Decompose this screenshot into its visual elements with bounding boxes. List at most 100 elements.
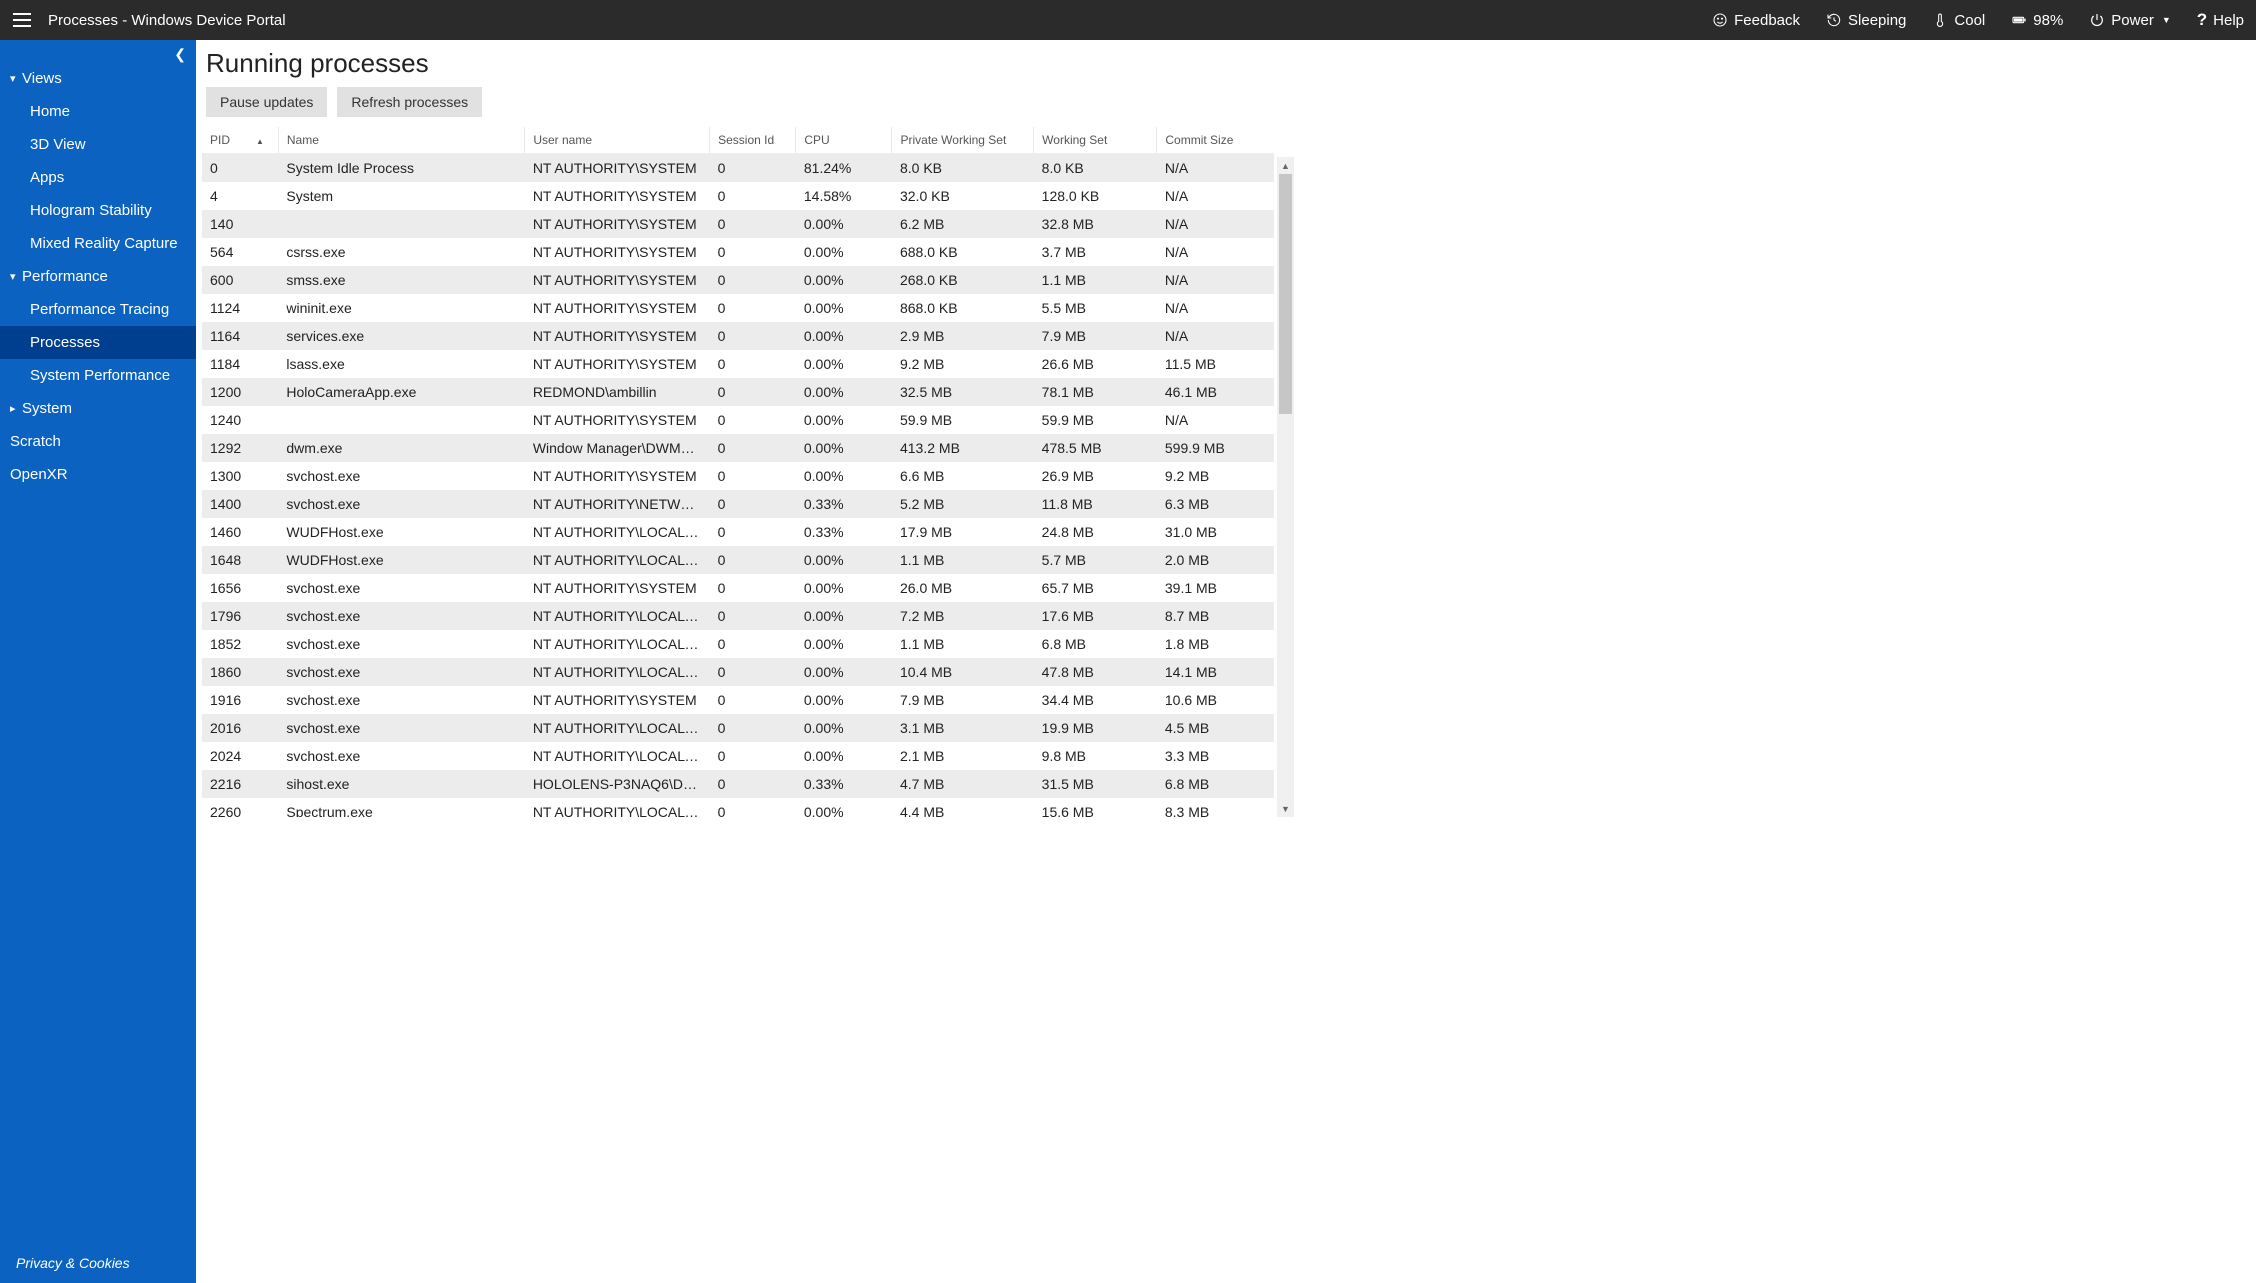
table-row[interactable]: 140NT AUTHORITY\SYSTEM00.00%6.2 MB32.8 M… bbox=[202, 210, 1274, 238]
column-header-name[interactable]: Name bbox=[278, 127, 524, 154]
cell-commit: 31.0 MB bbox=[1157, 518, 1274, 546]
table-row[interactable]: 1124wininit.exeNT AUTHORITY\SYSTEM00.00%… bbox=[202, 294, 1274, 322]
table-row[interactable]: 0System Idle ProcessNT AUTHORITY\SYSTEM0… bbox=[202, 154, 1274, 183]
cell-commit: N/A bbox=[1157, 210, 1274, 238]
privacy-cookies-link[interactable]: Privacy & Cookies bbox=[0, 1247, 196, 1283]
table-row[interactable]: 1648WUDFHost.exeNT AUTHORITY\LOCAL …00.0… bbox=[202, 546, 1274, 574]
table-row[interactable]: 1300svchost.exeNT AUTHORITY\SYSTEM00.00%… bbox=[202, 462, 1274, 490]
table-row[interactable]: 4SystemNT AUTHORITY\SYSTEM014.58%32.0 KB… bbox=[202, 182, 1274, 210]
sleeping-status[interactable]: Sleeping bbox=[1826, 12, 1906, 29]
table-row[interactable]: 600smss.exeNT AUTHORITY\SYSTEM00.00%268.… bbox=[202, 266, 1274, 294]
sidebar-item-hologram-stability[interactable]: Hologram Stability bbox=[0, 194, 196, 227]
table-row[interactable]: 1656svchost.exeNT AUTHORITY\SYSTEM00.00%… bbox=[202, 574, 1274, 602]
temperature-status[interactable]: Cool bbox=[1932, 12, 1985, 29]
refresh-processes-button[interactable]: Refresh processes bbox=[337, 87, 482, 117]
cell-sess: 0 bbox=[710, 182, 796, 210]
table-row[interactable]: 2216sihost.exeHOLOLENS-P3NAQ6\De…00.33%4… bbox=[202, 770, 1274, 798]
column-header-user-name[interactable]: User name bbox=[525, 127, 710, 154]
table-row[interactable]: 2024svchost.exeNT AUTHORITY\LOCAL …00.00… bbox=[202, 742, 1274, 770]
table-row[interactable]: 1460WUDFHost.exeNT AUTHORITY\LOCAL …00.3… bbox=[202, 518, 1274, 546]
cell-user: NT AUTHORITY\LOCAL … bbox=[525, 658, 710, 686]
sidebar-item-apps[interactable]: Apps bbox=[0, 161, 196, 194]
cell-user: NT AUTHORITY\SYSTEM bbox=[525, 686, 710, 714]
table-row[interactable]: 2016svchost.exeNT AUTHORITY\LOCAL …00.00… bbox=[202, 714, 1274, 742]
cell-cpu: 0.00% bbox=[796, 686, 892, 714]
sidebar-section-system[interactable]: ▸System bbox=[0, 392, 196, 425]
cell-commit: N/A bbox=[1157, 294, 1274, 322]
table-row[interactable]: 1852svchost.exeNT AUTHORITY\LOCAL …00.00… bbox=[202, 630, 1274, 658]
column-header-working-set[interactable]: Working Set bbox=[1034, 127, 1157, 154]
cell-cpu: 0.33% bbox=[796, 490, 892, 518]
cell-sess: 0 bbox=[710, 770, 796, 798]
column-header-commit-size[interactable]: Commit Size bbox=[1157, 127, 1274, 154]
cell-pid: 1240 bbox=[202, 406, 278, 434]
cell-commit: N/A bbox=[1157, 238, 1274, 266]
hamburger-icon[interactable] bbox=[12, 10, 32, 30]
cell-cpu: 14.58% bbox=[796, 182, 892, 210]
cell-pid: 1184 bbox=[202, 350, 278, 378]
sidebar-item-openxr[interactable]: OpenXR bbox=[0, 458, 196, 491]
table-row[interactable]: 1916svchost.exeNT AUTHORITY\SYSTEM00.00%… bbox=[202, 686, 1274, 714]
cell-pws: 413.2 MB bbox=[892, 434, 1034, 462]
scroll-up-icon[interactable]: ▲ bbox=[1277, 157, 1294, 174]
cell-sess: 0 bbox=[710, 518, 796, 546]
table-row[interactable]: 564csrss.exeNT AUTHORITY\SYSTEM00.00%688… bbox=[202, 238, 1274, 266]
feedback-button[interactable]: Feedback bbox=[1712, 12, 1800, 29]
cell-pws: 4.4 MB bbox=[892, 798, 1034, 817]
cell-pws: 6.2 MB bbox=[892, 210, 1034, 238]
sidebar-section-label: Performance bbox=[22, 268, 108, 285]
sidebar-section-views[interactable]: ▾Views bbox=[0, 62, 196, 95]
table-row[interactable]: 1164services.exeNT AUTHORITY\SYSTEM00.00… bbox=[202, 322, 1274, 350]
table-row[interactable]: 1240NT AUTHORITY\SYSTEM00.00%59.9 MB59.9… bbox=[202, 406, 1274, 434]
table-row[interactable]: 1796svchost.exeNT AUTHORITY\LOCAL …00.00… bbox=[202, 602, 1274, 630]
sidebar-item-performance-tracing[interactable]: Performance Tracing bbox=[0, 293, 196, 326]
scroll-track[interactable] bbox=[1277, 174, 1294, 800]
scroll-down-icon[interactable]: ▼ bbox=[1277, 800, 1294, 817]
question-icon: ? bbox=[2197, 10, 2207, 30]
cell-pid: 2260 bbox=[202, 798, 278, 817]
cell-user: NT AUTHORITY\SYSTEM bbox=[525, 294, 710, 322]
cell-pid: 600 bbox=[202, 266, 278, 294]
table-row[interactable]: 2260Spectrum.exeNT AUTHORITY\LOCAL …00.0… bbox=[202, 798, 1274, 817]
table-row[interactable]: 1292dwm.exeWindow Manager\DWM…00.00%413.… bbox=[202, 434, 1274, 462]
cell-commit: 6.3 MB bbox=[1157, 490, 1274, 518]
collapse-sidebar-icon[interactable]: ❮ bbox=[170, 42, 190, 67]
table-row[interactable]: 1184lsass.exeNT AUTHORITY\SYSTEM00.00%9.… bbox=[202, 350, 1274, 378]
scroll-thumb[interactable] bbox=[1279, 174, 1292, 414]
cell-ws: 128.0 KB bbox=[1034, 182, 1157, 210]
table-row[interactable]: 1860svchost.exeNT AUTHORITY\LOCAL …00.00… bbox=[202, 658, 1274, 686]
cell-pws: 9.2 MB bbox=[892, 350, 1034, 378]
cell-commit: 9.2 MB bbox=[1157, 462, 1274, 490]
column-header-cpu[interactable]: CPU bbox=[796, 127, 892, 154]
table-row[interactable]: 1200HoloCameraApp.exeREDMOND\ambillin00.… bbox=[202, 378, 1274, 406]
sidebar-item-scratch[interactable]: Scratch bbox=[0, 425, 196, 458]
column-header-session-id[interactable]: Session Id bbox=[710, 127, 796, 154]
cell-ws: 6.8 MB bbox=[1034, 630, 1157, 658]
sidebar-item-processes[interactable]: Processes bbox=[0, 326, 196, 359]
sidebar-item-home[interactable]: Home bbox=[0, 95, 196, 128]
column-header-pid[interactable]: PID▲ bbox=[202, 127, 278, 154]
battery-status[interactable]: 98% bbox=[2011, 12, 2063, 29]
cell-pws: 6.6 MB bbox=[892, 462, 1034, 490]
cell-sess: 0 bbox=[710, 266, 796, 294]
sidebar-item-mixed-reality-capture[interactable]: Mixed Reality Capture bbox=[0, 227, 196, 260]
cell-name: svchost.exe bbox=[278, 742, 524, 770]
cell-pid: 1200 bbox=[202, 378, 278, 406]
cell-cpu: 0.00% bbox=[796, 350, 892, 378]
chevron-down-icon: ▼ bbox=[2162, 15, 2171, 25]
cell-sess: 0 bbox=[710, 686, 796, 714]
power-menu[interactable]: Power ▼ bbox=[2089, 12, 2170, 29]
vertical-scrollbar[interactable]: ▲ ▼ bbox=[1277, 157, 1294, 817]
cell-pws: 3.1 MB bbox=[892, 714, 1034, 742]
table-row[interactable]: 1400svchost.exeNT AUTHORITY\NETWO…00.33%… bbox=[202, 490, 1274, 518]
cell-cpu: 0.33% bbox=[796, 518, 892, 546]
column-header-private-working-set[interactable]: Private Working Set bbox=[892, 127, 1034, 154]
cell-commit: 3.3 MB bbox=[1157, 742, 1274, 770]
pause-updates-button[interactable]: Pause updates bbox=[206, 87, 327, 117]
cell-user: NT AUTHORITY\SYSTEM bbox=[525, 182, 710, 210]
cell-pws: 17.9 MB bbox=[892, 518, 1034, 546]
sidebar-item-3d-view[interactable]: 3D View bbox=[0, 128, 196, 161]
sidebar-item-system-performance[interactable]: System Performance bbox=[0, 359, 196, 392]
help-button[interactable]: ? Help bbox=[2197, 10, 2244, 30]
sidebar-section-performance[interactable]: ▾Performance bbox=[0, 260, 196, 293]
